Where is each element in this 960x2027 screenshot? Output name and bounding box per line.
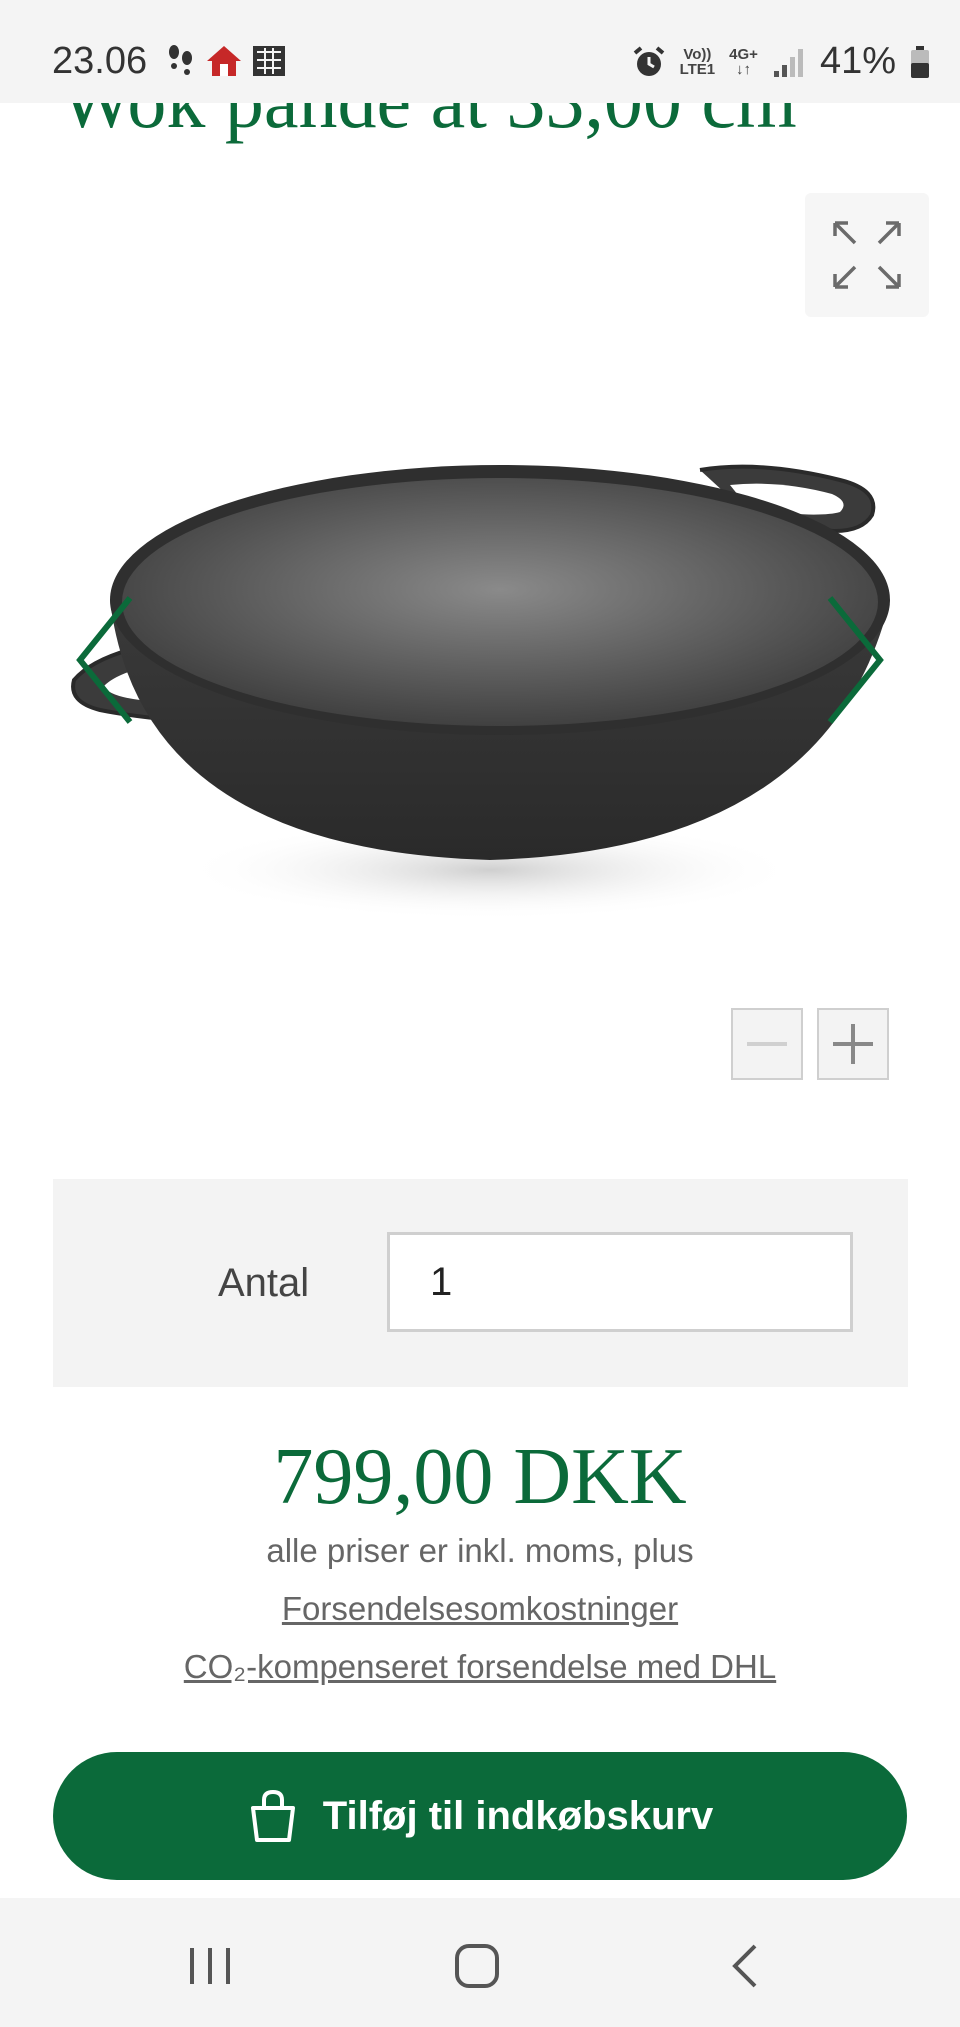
volte-indicator: Vo)) LTE1 bbox=[679, 45, 716, 78]
alarm-icon bbox=[633, 45, 664, 76]
system-nav-bar bbox=[0, 1898, 960, 2027]
zoom-in-button[interactable] bbox=[817, 1008, 889, 1080]
recent-apps-icon[interactable] bbox=[180, 1936, 240, 1996]
battery-level: 41% bbox=[819, 40, 896, 82]
quantity-panel: Antal bbox=[53, 1179, 908, 1387]
co2-shipping-link[interactable]: CO₂-kompenseret forsendelse med DHL bbox=[184, 1648, 776, 1685]
quantity-label: Antal bbox=[218, 1261, 310, 1305]
status-time: 23.06 bbox=[52, 40, 148, 82]
shipping-costs-link[interactable]: Forsendelsesomkostninger bbox=[282, 1590, 678, 1627]
expand-button[interactable] bbox=[805, 193, 929, 317]
zoom-out-icon bbox=[747, 1042, 787, 1046]
battery-icon bbox=[911, 45, 929, 78]
notification-icons bbox=[165, 44, 287, 78]
zoom-out-button[interactable] bbox=[731, 1008, 803, 1080]
status-bar: 23.06 Vo)) LTE1 4G+ ↓↑ 41% bbox=[0, 0, 960, 103]
add-to-cart-label: Tilføj til indkøbskurv bbox=[322, 1793, 714, 1838]
chevron-left-icon[interactable] bbox=[70, 590, 140, 730]
footsteps-icon bbox=[169, 45, 192, 75]
quantity-input[interactable] bbox=[387, 1232, 853, 1332]
product-image bbox=[71, 464, 890, 920]
chevron-right-icon[interactable] bbox=[820, 590, 890, 730]
zoom-in-icon bbox=[833, 1024, 873, 1064]
vat-note: alle priser er inkl. moms, plus bbox=[266, 1532, 694, 1569]
home-notification-icon bbox=[207, 46, 241, 76]
expand-icon bbox=[833, 221, 901, 289]
app-notification-icon bbox=[253, 46, 285, 76]
shopping-bag-icon bbox=[250, 1789, 295, 1842]
back-icon[interactable] bbox=[717, 1936, 777, 1996]
signal-icon bbox=[773, 48, 803, 77]
home-icon[interactable] bbox=[447, 1936, 507, 1996]
add-to-cart-button[interactable]: Tilføj til indkøbskurv bbox=[53, 1752, 907, 1880]
status-right: Vo)) LTE1 4G+ ↓↑ 41% bbox=[632, 40, 930, 83]
network-indicator: 4G+ ↓↑ bbox=[729, 45, 758, 78]
price: 799,00 DKK bbox=[273, 1433, 687, 1521]
